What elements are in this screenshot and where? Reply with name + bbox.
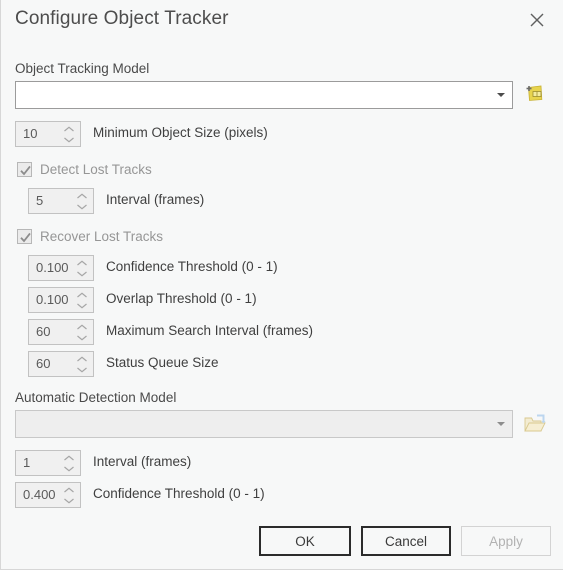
status-queue-size-spinner[interactable]: 60 xyxy=(28,351,94,377)
detection-interval-label: Interval (frames) xyxy=(93,454,192,469)
spinner-up-icon[interactable] xyxy=(62,452,76,463)
spinner-up-icon[interactable] xyxy=(62,123,76,134)
maximum-search-interval-spinner[interactable]: 60 xyxy=(28,319,94,345)
spinner-down-icon[interactable] xyxy=(62,463,76,474)
recover-overlap-threshold-spinner[interactable]: 0.100 xyxy=(28,287,94,313)
object-tracking-model-combo[interactable] xyxy=(15,81,513,109)
detection-confidence-threshold-label: Confidence Threshold (0 - 1) xyxy=(93,486,265,501)
dialog-title: Configure Object Tracker xyxy=(15,8,229,29)
close-icon[interactable] xyxy=(518,4,556,36)
dialog-titlebar: Configure Object Tracker xyxy=(1,0,563,42)
detect-lost-tracks-checkbox[interactable] xyxy=(17,162,32,177)
spinner-up-icon[interactable] xyxy=(75,257,89,268)
spinner-buttons[interactable] xyxy=(75,352,89,376)
status-queue-size-value: 60 xyxy=(36,356,51,371)
configure-object-tracker-dialog: Configure Object Tracker Object Tracking… xyxy=(0,0,563,570)
minimum-object-size-label: Minimum Object Size (pixels) xyxy=(93,125,268,140)
recover-confidence-threshold-spinner[interactable]: 0.100 xyxy=(28,255,94,281)
spinner-buttons[interactable] xyxy=(75,320,89,344)
object-tracking-model-label: Object Tracking Model xyxy=(15,61,150,76)
spinner-buttons[interactable] xyxy=(62,483,76,507)
detection-confidence-threshold-spinner[interactable]: 0.400 xyxy=(15,482,81,508)
spinner-down-icon[interactable] xyxy=(75,201,89,212)
spinner-buttons[interactable] xyxy=(75,288,89,312)
spinner-down-icon[interactable] xyxy=(62,134,76,145)
cancel-button[interactable]: Cancel xyxy=(361,526,451,556)
spinner-down-icon[interactable] xyxy=(75,268,89,279)
maximum-search-interval-value: 60 xyxy=(36,324,51,339)
detect-interval-spinner[interactable]: 5 xyxy=(28,188,94,214)
automatic-detection-model-combo[interactable] xyxy=(15,410,513,438)
spinner-up-icon[interactable] xyxy=(75,353,89,364)
status-queue-size-label: Status Queue Size xyxy=(106,355,219,370)
recover-lost-tracks-checkbox[interactable] xyxy=(17,229,32,244)
detection-interval-spinner[interactable]: 1 xyxy=(15,450,81,476)
add-model-icon[interactable] xyxy=(521,79,549,107)
open-folder-icon[interactable] xyxy=(521,410,549,438)
automatic-detection-model-label: Automatic Detection Model xyxy=(15,390,177,405)
spinner-down-icon[interactable] xyxy=(62,495,76,506)
spinner-buttons[interactable] xyxy=(75,189,89,213)
recover-confidence-threshold-value: 0.100 xyxy=(36,260,69,275)
detection-confidence-threshold-value: 0.400 xyxy=(23,487,56,502)
spinner-buttons[interactable] xyxy=(62,451,76,475)
spinner-up-icon[interactable] xyxy=(62,484,76,495)
recover-overlap-threshold-value: 0.100 xyxy=(36,292,69,307)
recover-confidence-threshold-label: Confidence Threshold (0 - 1) xyxy=(106,259,278,274)
minimum-object-size-spinner[interactable]: 10 xyxy=(15,121,81,147)
detect-lost-tracks-label: Detect Lost Tracks xyxy=(40,162,152,177)
spinner-up-icon[interactable] xyxy=(75,190,89,201)
maximum-search-interval-label: Maximum Search Interval (frames) xyxy=(106,323,314,338)
spinner-down-icon[interactable] xyxy=(75,332,89,343)
detection-interval-value: 1 xyxy=(23,455,31,470)
detect-interval-value: 5 xyxy=(36,193,44,208)
spinner-up-icon[interactable] xyxy=(75,289,89,300)
chevron-down-icon[interactable] xyxy=(490,82,512,108)
spinner-up-icon[interactable] xyxy=(75,321,89,332)
recover-lost-tracks-label: Recover Lost Tracks xyxy=(40,229,164,244)
spinner-down-icon[interactable] xyxy=(75,364,89,375)
chevron-down-icon[interactable] xyxy=(490,411,512,437)
ok-button[interactable]: OK xyxy=(259,526,351,556)
minimum-object-size-value: 10 xyxy=(23,126,38,141)
apply-button: Apply xyxy=(461,526,551,556)
recover-overlap-threshold-label: Overlap Threshold (0 - 1) xyxy=(106,291,257,306)
detect-interval-label: Interval (frames) xyxy=(106,192,205,207)
spinner-buttons[interactable] xyxy=(62,122,76,146)
spinner-down-icon[interactable] xyxy=(75,300,89,311)
spinner-buttons[interactable] xyxy=(75,256,89,280)
